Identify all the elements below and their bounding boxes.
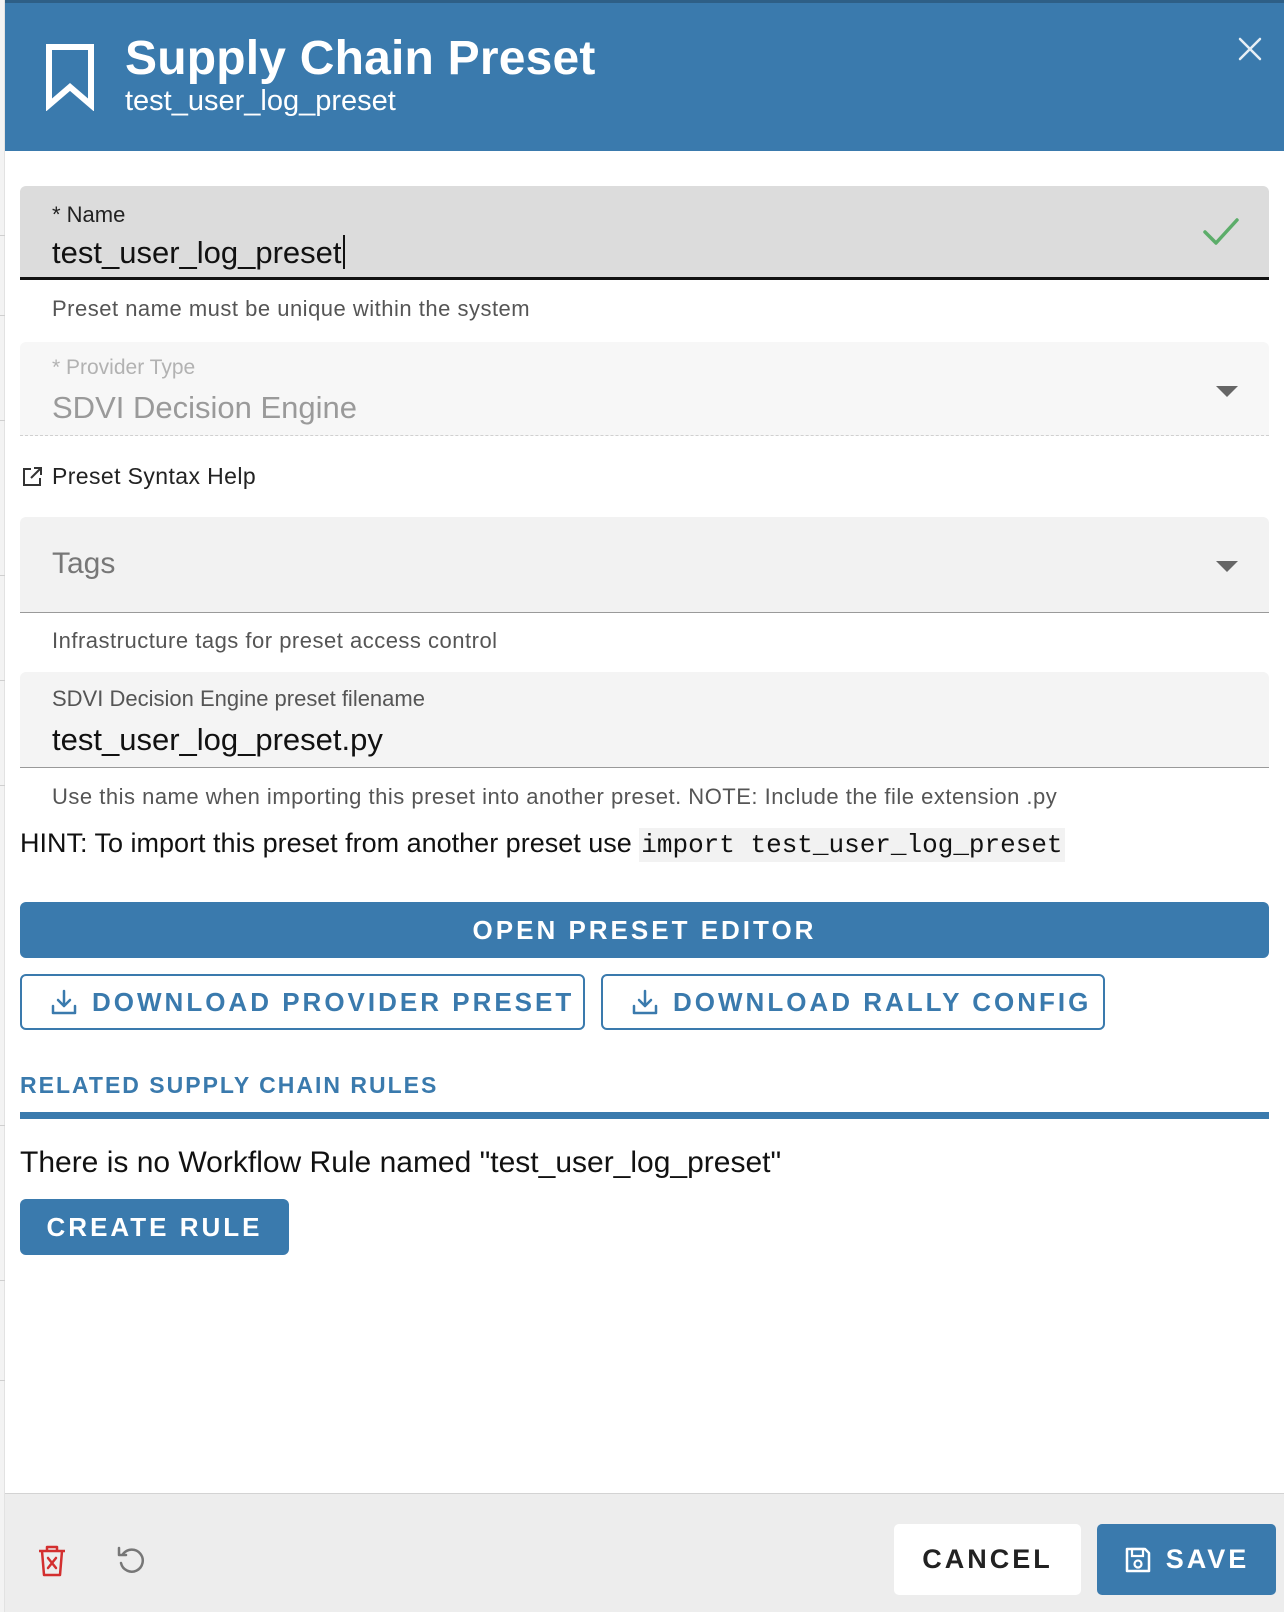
download-provider-preset-button[interactable]: DOWNLOAD PROVIDER PRESET <box>20 974 585 1030</box>
create-rule-button[interactable]: CREATE RULE <box>20 1199 289 1255</box>
section-divider <box>20 1112 1269 1119</box>
chevron-down-icon <box>1216 386 1238 397</box>
download-rally-label: DOWNLOAD RALLY CONFIG <box>673 986 1092 1017</box>
provider-type-value: SDVI Decision Engine <box>52 390 357 425</box>
undo-icon[interactable] <box>115 1544 147 1576</box>
filename-input[interactable]: test_user_log_preset.py <box>52 722 383 758</box>
save-button[interactable]: SAVE <box>1097 1524 1276 1595</box>
chevron-down-icon[interactable] <box>1216 561 1238 572</box>
close-icon[interactable] <box>1230 29 1270 69</box>
save-label: SAVE <box>1165 1544 1250 1574</box>
preset-syntax-help-link[interactable]: Preset Syntax Help <box>20 463 256 490</box>
open-preset-editor-button[interactable]: OPEN PRESET EDITOR <box>20 902 1269 958</box>
name-helper: Preset name must be unique within the sy… <box>52 296 531 321</box>
tags-select[interactable]: Tags <box>20 517 1269 613</box>
name-input[interactable]: test_user_log_preset <box>52 235 345 271</box>
check-icon <box>1203 218 1239 245</box>
save-icon <box>1125 1547 1150 1572</box>
dialog-title: Supply Chain Preset <box>125 32 596 85</box>
download-provider-label: DOWNLOAD PROVIDER PRESET <box>92 986 575 1017</box>
dialog-subtitle: test_user_log_preset <box>125 85 396 117</box>
cancel-button[interactable]: CANCEL <box>894 1524 1081 1595</box>
provider-type-label: * Provider Type <box>52 356 196 379</box>
filename-label: SDVI Decision Engine preset filename <box>52 686 425 711</box>
download-rally-config-button[interactable]: DOWNLOAD RALLY CONFIG <box>601 974 1105 1030</box>
provider-type-select: * Provider Type SDVI Decision Engine <box>20 342 1269 436</box>
dialog-footer: CANCEL SAVE <box>5 1493 1284 1612</box>
related-rules-heading: RELATED SUPPLY CHAIN RULES <box>20 1072 439 1098</box>
tags-helper: Infrastructure tags for preset access co… <box>52 628 498 653</box>
download-icon <box>632 989 658 1015</box>
dialog-header: Supply Chain Preset test_user_log_preset <box>5 0 1284 151</box>
filename-helper: Use this name when importing this preset… <box>52 784 1058 809</box>
preset-dialog: Supply Chain Preset test_user_log_preset… <box>5 0 1284 1612</box>
trash-icon[interactable] <box>37 1544 67 1578</box>
import-code: import test_user_log_preset <box>639 828 1065 862</box>
external-link-icon <box>23 466 42 486</box>
filename-field[interactable]: SDVI Decision Engine preset filename tes… <box>20 672 1269 768</box>
import-hint: HINT: To import this preset from another… <box>20 828 1065 862</box>
no-rule-message: There is no Workflow Rule named "test_us… <box>20 1146 782 1179</box>
syntax-help-label: Preset Syntax Help <box>52 463 257 489</box>
download-icon <box>51 989 77 1015</box>
name-label: * Name <box>52 202 126 227</box>
name-field[interactable]: * Name test_user_log_preset <box>20 186 1269 280</box>
bookmark-icon <box>46 44 94 111</box>
tags-placeholder: Tags <box>52 547 116 580</box>
